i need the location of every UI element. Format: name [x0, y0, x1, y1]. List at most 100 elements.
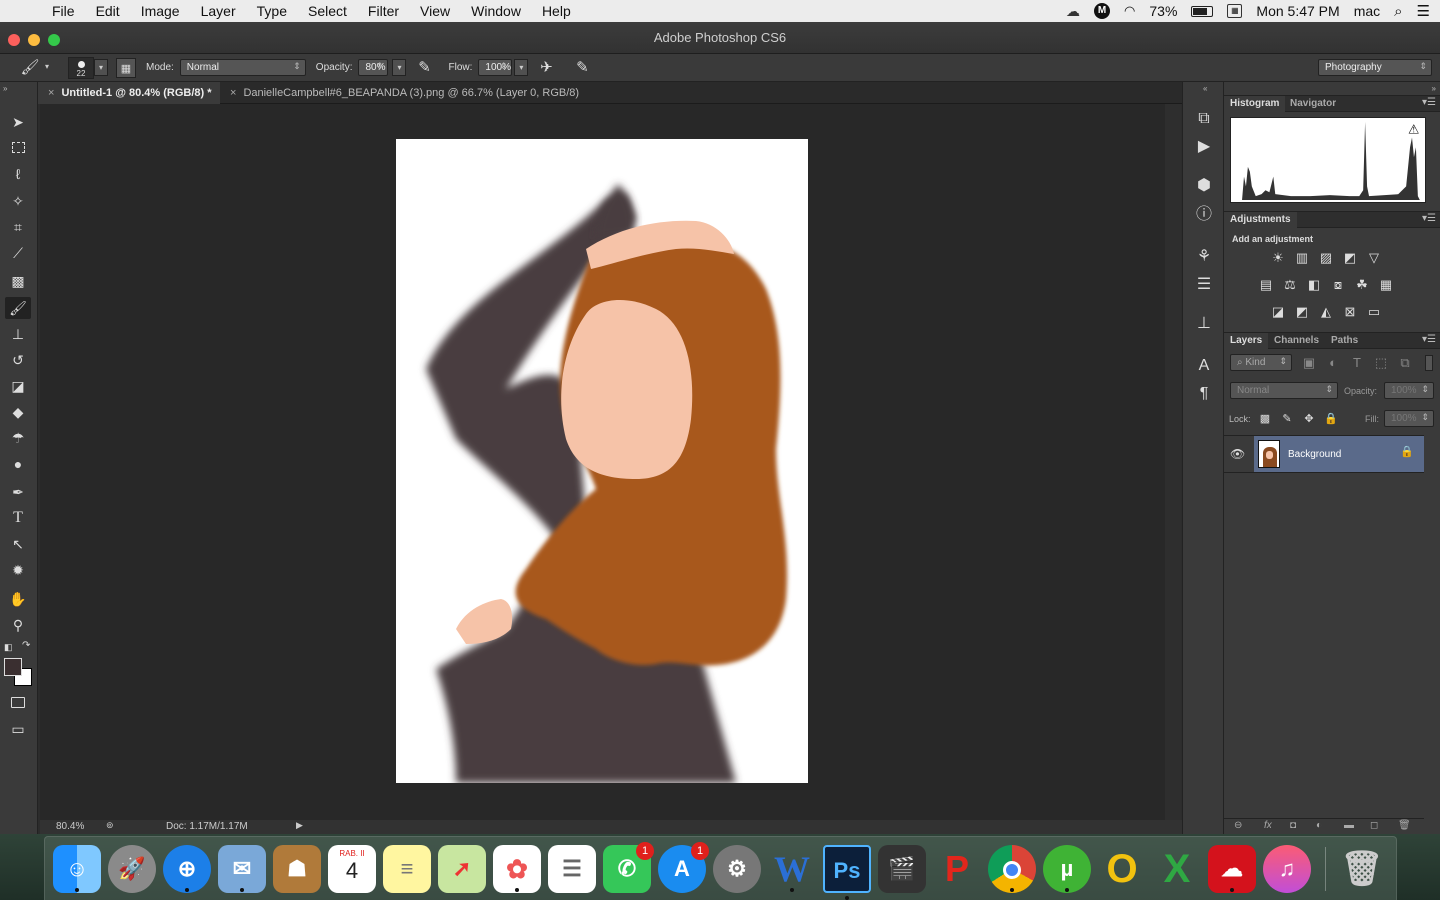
- quick-selection-tool-icon[interactable]: ✧: [5, 190, 31, 212]
- filter-shape-icon[interactable]: ⬚: [1372, 355, 1390, 371]
- clone-stamp-tool-icon[interactable]: ⊥: [5, 323, 31, 345]
- collapse-strip-icon[interactable]: «: [1203, 84, 1207, 93]
- screen-mode-icon[interactable]: ▭: [5, 718, 31, 740]
- layer-selected-row[interactable]: Background 🔒: [1254, 436, 1424, 472]
- workspace-select[interactable]: Photography: [1318, 59, 1432, 76]
- pen-tool-icon[interactable]: ✒: [5, 481, 31, 503]
- layer-opacity-input[interactable]: 100%: [1384, 382, 1434, 399]
- panel-menu-icon[interactable]: ▾☰: [1422, 213, 1436, 224]
- document-canvas[interactable]: [396, 139, 808, 783]
- brush-presets-panel-icon[interactable]: ⚘: [1193, 246, 1215, 268]
- maps-icon[interactable]: ➚: [438, 845, 486, 893]
- blend-mode-select[interactable]: Normal: [1230, 382, 1338, 399]
- opera-icon[interactable]: O: [1098, 845, 1146, 893]
- menu-type[interactable]: Type: [257, 3, 287, 19]
- invert-icon[interactable]: ◪: [1269, 304, 1287, 320]
- status-menu-arrow-icon[interactable]: ▶: [296, 820, 303, 831]
- spotlight-search-icon[interactable]: ⌕: [1394, 3, 1402, 20]
- vertical-scrollbar[interactable]: [1165, 104, 1181, 820]
- notification-center-icon[interactable]: ☰: [1417, 2, 1430, 20]
- battery-percent[interactable]: 73%: [1149, 3, 1177, 19]
- flow-slider-dropdown[interactable]: ▾: [514, 59, 529, 76]
- paint-bucket-tool-icon[interactable]: ◆: [5, 401, 31, 423]
- photos-icon[interactable]: ✿: [493, 845, 541, 893]
- app-store-icon[interactable]: A1: [658, 842, 709, 893]
- tool-preset-dropdown[interactable]: ▾: [40, 59, 54, 76]
- blur-tool-icon[interactable]: ☂: [5, 427, 31, 449]
- color-lookup-icon[interactable]: ▦: [1377, 277, 1395, 293]
- filter-pixel-icon[interactable]: ▣: [1300, 355, 1318, 371]
- trash-icon[interactable]: 🗑: [1338, 845, 1386, 893]
- vibrance-icon[interactable]: ▽: [1365, 250, 1383, 266]
- fill-input[interactable]: 100%: [1384, 410, 1434, 427]
- calendar-menu-icon[interactable]: ▦: [1227, 4, 1243, 18]
- foreground-color-swatch[interactable]: [4, 658, 22, 676]
- filter-adjustment-icon[interactable]: ◐: [1324, 355, 1342, 371]
- system-preferences-icon[interactable]: ⚙: [713, 845, 761, 893]
- creative-cloud-icon[interactable]: ☁: [1066, 3, 1080, 20]
- path-selection-tool-icon[interactable]: ↖: [5, 533, 31, 555]
- airbrush-icon[interactable]: ✈: [536, 58, 556, 78]
- layer-kind-filter[interactable]: ⌕ Kind: [1230, 354, 1292, 371]
- dodge-tool-icon[interactable]: ●: [5, 453, 31, 475]
- menu-select[interactable]: Select: [308, 3, 347, 19]
- panel-menu-icon[interactable]: ▾☰: [1422, 334, 1436, 345]
- notes-icon[interactable]: ≡: [383, 845, 431, 893]
- levels-icon[interactable]: ▥: [1293, 250, 1311, 266]
- photo-filter-icon[interactable]: ⧇: [1329, 277, 1347, 293]
- layer-name[interactable]: Background: [1288, 449, 1341, 460]
- brush-size-picker[interactable]: 22: [68, 56, 94, 79]
- filter-smart-object-icon[interactable]: ⧉: [1396, 355, 1414, 371]
- black-white-icon[interactable]: ◧: [1305, 277, 1323, 293]
- new-layer-icon[interactable]: ◻: [1370, 820, 1378, 831]
- add-mask-icon[interactable]: ◘: [1290, 820, 1296, 831]
- tab-navigator[interactable]: Navigator: [1284, 96, 1342, 112]
- photoshop-icon[interactable]: Ps: [823, 845, 871, 900]
- creative-cloud-app-icon[interactable]: ☁: [1208, 845, 1256, 893]
- fx-icon[interactable]: fx: [1264, 820, 1272, 831]
- brightness-contrast-icon[interactable]: ☀: [1269, 250, 1287, 266]
- m-app-icon[interactable]: M: [1094, 3, 1111, 19]
- posterize-icon[interactable]: ◩: [1293, 304, 1311, 320]
- quick-mask-icon[interactable]: [5, 692, 31, 714]
- tab-adjustments[interactable]: Adjustments: [1224, 212, 1297, 228]
- tab-histogram[interactable]: Histogram: [1224, 96, 1286, 112]
- lock-all-icon[interactable]: 🔒: [1322, 411, 1340, 427]
- threshold-icon[interactable]: ◭: [1317, 304, 1335, 320]
- swap-colors-icon[interactable]: ↷: [22, 640, 30, 651]
- opacity-input[interactable]: 80%: [358, 59, 389, 76]
- hand-tool-icon[interactable]: ✋: [5, 588, 31, 610]
- link-layers-icon[interactable]: ⊖: [1234, 820, 1242, 831]
- wifi-icon[interactable]: ◠: [1124, 3, 1135, 19]
- panel-collapse-icon[interactable]: »: [3, 84, 7, 93]
- info-panel-icon[interactable]: ⓘ: [1193, 204, 1215, 226]
- gradient-map-icon[interactable]: ▭: [1365, 304, 1383, 320]
- brush-tool-preset-icon[interactable]: 🖌: [20, 58, 40, 78]
- clone-source-panel-icon[interactable]: ⊥: [1193, 313, 1215, 335]
- marquee-tool-icon[interactable]: [5, 137, 31, 159]
- word-icon[interactable]: W: [768, 845, 816, 893]
- brush-picker-dropdown[interactable]: ▾: [94, 59, 108, 76]
- zoom-level[interactable]: 80.4%: [56, 821, 84, 832]
- utorrent-icon[interactable]: µ: [1043, 845, 1091, 893]
- launchpad-icon[interactable]: 🚀: [108, 845, 156, 893]
- selective-color-icon[interactable]: ⊠: [1341, 304, 1359, 320]
- move-tool-icon[interactable]: ➤: [5, 111, 31, 133]
- safari-icon[interactable]: ⊕: [163, 845, 211, 893]
- status-info-icon[interactable]: ⊚: [106, 820, 114, 831]
- paragraph-panel-icon[interactable]: ¶: [1193, 383, 1215, 405]
- new-group-icon[interactable]: ▬: [1344, 820, 1354, 831]
- chrome-icon[interactable]: [988, 845, 1036, 893]
- brush-tool-icon[interactable]: 🖌: [5, 297, 31, 319]
- canvas-workspace[interactable]: [40, 104, 1165, 820]
- curves-icon[interactable]: ▨: [1317, 250, 1335, 266]
- lock-image-icon[interactable]: ✎: [1278, 411, 1296, 427]
- tab-channels[interactable]: Channels: [1268, 333, 1325, 349]
- default-colors-icon[interactable]: ◧: [4, 642, 13, 653]
- filter-toggle[interactable]: [1425, 355, 1433, 371]
- finder-icon[interactable]: ☺: [53, 845, 101, 893]
- zoom-tool-icon[interactable]: ⚲: [5, 614, 31, 636]
- mail-icon[interactable]: ✉: [218, 845, 266, 893]
- opacity-slider-dropdown[interactable]: ▾: [392, 59, 407, 76]
- layer-row-background[interactable]: 👁 Background 🔒: [1224, 435, 1424, 473]
